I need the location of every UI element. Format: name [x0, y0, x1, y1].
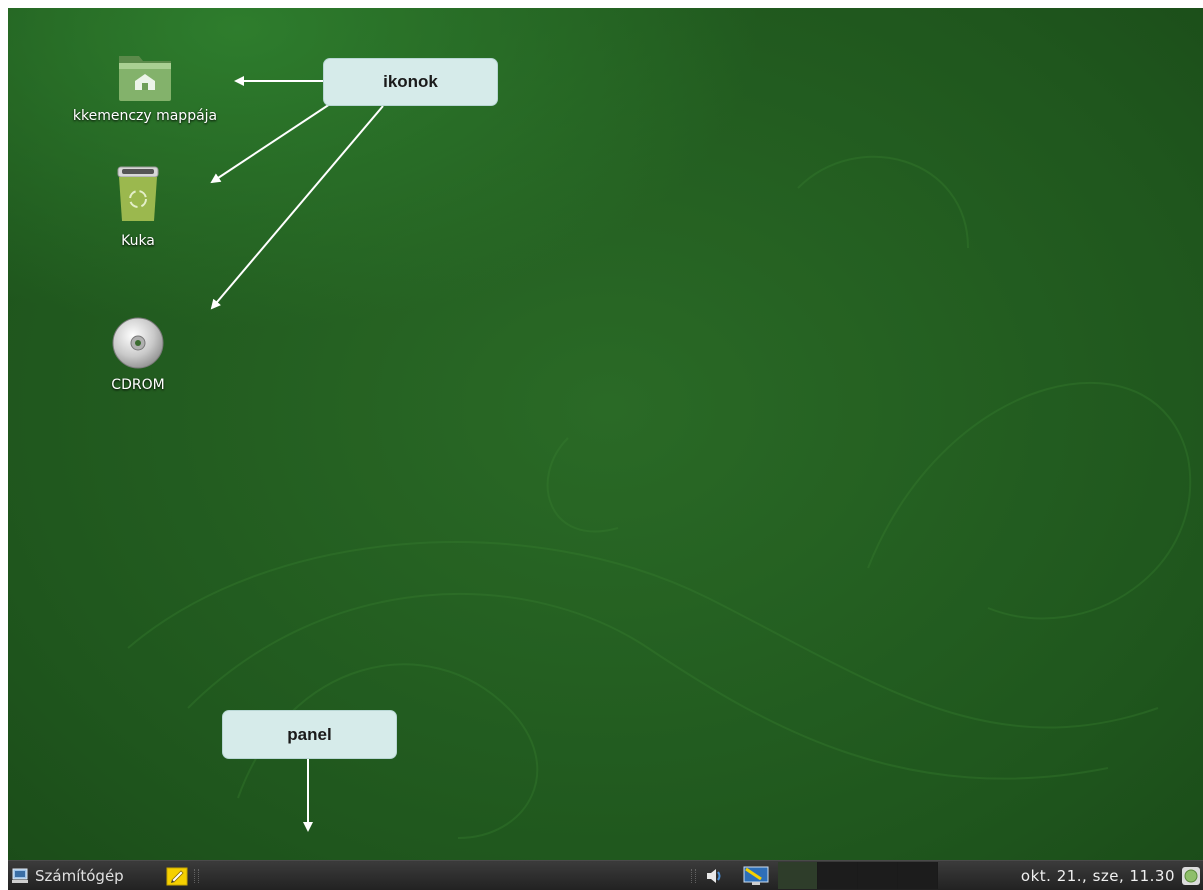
panel-drag-handle[interactable]: [691, 861, 696, 890]
computer-menu-button[interactable]: Számítógép: [11, 861, 124, 890]
trash-icon: [117, 166, 159, 221]
show-desktop-button[interactable]: [743, 861, 769, 890]
show-desktop-icon: [743, 866, 769, 885]
handle-icon: [691, 869, 696, 883]
workspace-1[interactable]: [778, 862, 818, 889]
screen: kkemenczy mappája Kuka CDROM ikonok pane…: [8, 8, 1203, 890]
panel-drag-handle[interactable]: [194, 861, 199, 890]
wallpaper-swirl: [127, 155, 1191, 839]
desktop-icon-home[interactable]: kkemenczy mappája: [65, 50, 225, 124]
bottom-panel: Számítógép okt. 21., sze, 11.30: [8, 860, 1203, 890]
computer-icon: [12, 868, 28, 883]
sticky-notes-icon: [166, 867, 188, 886]
callout-panel: panel: [222, 710, 397, 759]
desktop-icon-label: CDROM: [111, 377, 165, 393]
desktop-icon-cdrom[interactable]: CDROM: [58, 313, 218, 393]
notes-launcher[interactable]: [166, 861, 188, 890]
workspace-4[interactable]: [898, 862, 938, 889]
computer-menu-label: Számítógép: [35, 867, 124, 885]
callout-ikonok: ikonok: [323, 58, 498, 106]
home-folder-icon: [119, 56, 171, 101]
cdrom-icon: [112, 317, 164, 369]
user-status-icon: [1182, 867, 1200, 885]
speaker-icon: [707, 869, 721, 883]
workspace-2[interactable]: [818, 862, 858, 889]
clock[interactable]: okt. 21., sze, 11.30: [1021, 861, 1175, 890]
desktop-icon-trash[interactable]: Kuka: [58, 163, 218, 249]
handle-icon: [194, 869, 199, 883]
user-menu-button[interactable]: [1181, 861, 1201, 890]
desktop-icon-label: Kuka: [121, 233, 155, 249]
workspace-3[interactable]: [858, 862, 898, 889]
workspace-switcher[interactable]: [778, 862, 938, 889]
desktop-icon-label: kkemenczy mappája: [72, 108, 218, 124]
volume-control[interactable]: [705, 861, 725, 890]
desktop-background[interactable]: kkemenczy mappája Kuka CDROM: [8, 8, 1203, 860]
